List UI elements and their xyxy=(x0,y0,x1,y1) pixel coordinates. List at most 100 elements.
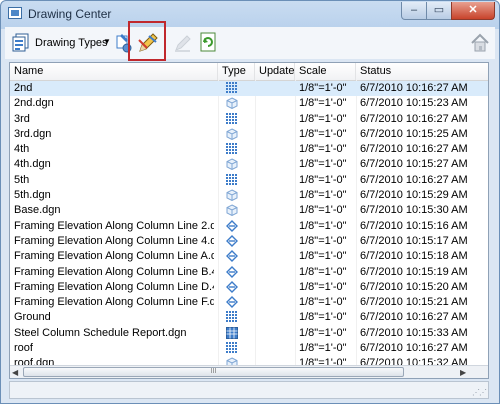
table-report-icon xyxy=(218,326,248,341)
row-update-cell xyxy=(254,142,294,157)
highlight-annotation-box xyxy=(128,21,166,61)
row-scale-cell: 1/8"=1'-0" xyxy=(299,173,347,186)
row-update-cell xyxy=(254,173,294,188)
cube-model-icon xyxy=(218,203,248,218)
row-name-cell: Ground xyxy=(14,311,51,324)
row-name-cell: 5th.dgn xyxy=(14,189,51,202)
table-row[interactable]: 4th 1/8"=1'-0" 6/7/2010 10:16:27 AM xyxy=(10,142,488,157)
home-button[interactable] xyxy=(469,32,491,54)
cube-model-icon xyxy=(218,96,248,111)
table-row[interactable]: 3rd.dgn 1/8"=1'-0" 6/7/2010 10:15:25 AM xyxy=(10,127,488,142)
row-scale-cell: 1/8"=1'-0" xyxy=(299,311,347,324)
toolbar: Drawing Types ▼ xyxy=(5,27,495,59)
row-name-cell: Framing Elevation Along Column Line F.dg… xyxy=(14,296,214,309)
row-name-cell: roof xyxy=(14,342,33,355)
row-scale-cell: 1/8"=1'-0" xyxy=(299,296,347,309)
column-header-update[interactable]: Update xyxy=(255,63,295,80)
cube-model-icon xyxy=(218,127,248,142)
table-row[interactable]: 5th 1/8"=1'-0" 6/7/2010 10:16:27 AM xyxy=(10,173,488,188)
row-scale-cell: 1/8"=1'-0" xyxy=(299,158,347,171)
elevation-icon xyxy=(218,295,248,310)
grid-plan-icon xyxy=(218,112,248,127)
column-header-type[interactable]: Type xyxy=(218,63,255,80)
title-bar[interactable]: Drawing Center – ▭ ✕ xyxy=(1,1,499,27)
drawing-center-window: Drawing Center – ▭ ✕ Drawing Types ▼ Nam… xyxy=(0,0,500,404)
table-row[interactable]: Framing Elevation Along Column Line D.4.… xyxy=(10,280,488,295)
table-row[interactable]: Framing Elevation Along Column Line B.4.… xyxy=(10,265,488,280)
row-status-cell: 6/7/2010 10:16:27 AM xyxy=(360,82,468,94)
table-row[interactable]: Ground 1/8"=1'-0" 6/7/2010 10:16:27 AM xyxy=(10,310,488,325)
close-button[interactable]: ✕ xyxy=(451,2,495,20)
table-row[interactable]: Base.dgn 1/8"=1'-0" 6/7/2010 10:15:30 AM xyxy=(10,203,488,218)
refresh-button[interactable] xyxy=(198,32,218,52)
horizontal-scrollbar[interactable]: ◀ III ▶ xyxy=(10,365,488,378)
window-title: Drawing Center xyxy=(28,7,112,21)
row-update-cell xyxy=(254,341,294,356)
row-scale-cell: 1/8"=1'-0" xyxy=(299,280,347,293)
drawing-types-dropdown[interactable]: Drawing Types ▼ xyxy=(9,33,113,55)
elevation-icon xyxy=(218,265,248,280)
row-name-cell: 4th xyxy=(14,143,30,156)
row-scale-cell: 1/8"=1'-0" xyxy=(299,189,347,202)
column-header-name[interactable]: Name xyxy=(10,63,218,80)
row-status-cell: 6/7/2010 10:15:21 AM xyxy=(360,296,468,309)
row-update-cell xyxy=(254,96,294,111)
row-name-cell: 2nd.dgn xyxy=(14,97,54,110)
table-row[interactable]: Framing Elevation Along Column Line 2.dg… xyxy=(10,219,488,234)
row-status-cell: 6/7/2010 10:16:27 AM xyxy=(360,143,468,156)
elevation-icon xyxy=(218,249,248,264)
row-scale-cell: 1/8"=1'-0" xyxy=(299,219,347,232)
row-status-cell: 6/7/2010 10:15:33 AM xyxy=(360,326,468,339)
row-name-cell: Framing Elevation Along Column Line 4.dg… xyxy=(14,234,214,247)
edit-drawing-button[interactable] xyxy=(173,33,193,53)
scroll-left-arrow[interactable]: ◀ xyxy=(12,366,18,378)
row-status-cell: 6/7/2010 10:15:20 AM xyxy=(360,280,468,293)
row-scale-cell: 1/8"=1'-0" xyxy=(299,97,347,110)
row-scale-cell: 1/8"=1'-0" xyxy=(299,265,347,278)
row-name-cell: Framing Elevation Along Column Line B.4.… xyxy=(14,265,214,278)
row-update-cell xyxy=(254,219,294,234)
table-row[interactable]: Framing Elevation Along Column Line 4.dg… xyxy=(10,234,488,249)
table-row[interactable]: Steel Column Schedule Report.dgn 1/8"=1'-… xyxy=(10,326,488,341)
table-row[interactable]: Framing Elevation Along Column Line A.dg… xyxy=(10,249,488,264)
resize-grip-icon[interactable]: ⋰⋰ xyxy=(472,388,487,397)
grid-plan-icon xyxy=(218,173,248,188)
scroll-right-arrow[interactable]: ▶ xyxy=(460,366,466,378)
elevation-icon xyxy=(218,219,248,234)
row-update-cell xyxy=(254,326,294,341)
drawing-rows: 2nd 1/8"=1'-0" 6/7/2010 10:16:27 AM 2nd.dgn… xyxy=(10,81,488,372)
elevation-icon xyxy=(218,280,248,295)
row-update-cell xyxy=(254,127,294,142)
table-row[interactable]: 2nd 1/8"=1'-0" 6/7/2010 10:16:27 AM xyxy=(10,81,488,97)
column-header-status[interactable]: Status xyxy=(356,63,488,80)
row-update-cell xyxy=(254,203,294,218)
row-update-cell xyxy=(254,265,294,280)
table-row[interactable]: roof 1/8"=1'-0" 6/7/2010 10:16:27 AM xyxy=(10,341,488,356)
row-update-cell xyxy=(254,234,294,249)
row-scale-cell: 1/8"=1'-0" xyxy=(299,250,347,263)
chevron-down-icon: ▼ xyxy=(103,37,111,46)
row-update-cell xyxy=(254,188,294,203)
drawing-types-label: Drawing Types xyxy=(35,37,108,49)
row-status-cell: 6/7/2010 10:16:27 AM xyxy=(360,311,468,324)
row-update-cell xyxy=(254,295,294,310)
row-update-cell xyxy=(254,310,294,325)
row-status-cell: 6/7/2010 10:15:18 AM xyxy=(360,250,468,263)
table-row[interactable]: 2nd.dgn 1/8"=1'-0" 6/7/2010 10:15:23 AM xyxy=(10,96,488,111)
grid-plan-icon xyxy=(218,81,248,96)
scrollbar-thumb[interactable]: III xyxy=(23,367,404,377)
row-update-cell xyxy=(254,112,294,127)
minimize-button[interactable]: – xyxy=(401,2,427,20)
row-status-cell: 6/7/2010 10:15:30 AM xyxy=(360,204,468,217)
drawing-list[interactable]: Name Type Update Scale Status 2nd 1/8"=1'… xyxy=(9,62,489,379)
maximize-button[interactable]: ▭ xyxy=(426,2,452,20)
table-row[interactable]: Framing Elevation Along Column Line F.dg… xyxy=(10,295,488,310)
column-header-scale[interactable]: Scale xyxy=(295,63,356,80)
table-row[interactable]: 3rd 1/8"=1'-0" 6/7/2010 10:16:27 AM xyxy=(10,112,488,127)
table-row[interactable]: 5th.dgn 1/8"=1'-0" 6/7/2010 10:15:29 AM xyxy=(10,188,488,203)
row-scale-cell: 1/8"=1'-0" xyxy=(299,342,347,355)
row-name-cell: 5th xyxy=(14,173,30,186)
row-name-cell: 3rd xyxy=(14,112,30,125)
grid-plan-icon xyxy=(218,142,248,157)
table-row[interactable]: 4th.dgn 1/8"=1'-0" 6/7/2010 10:15:27 AM xyxy=(10,157,488,172)
